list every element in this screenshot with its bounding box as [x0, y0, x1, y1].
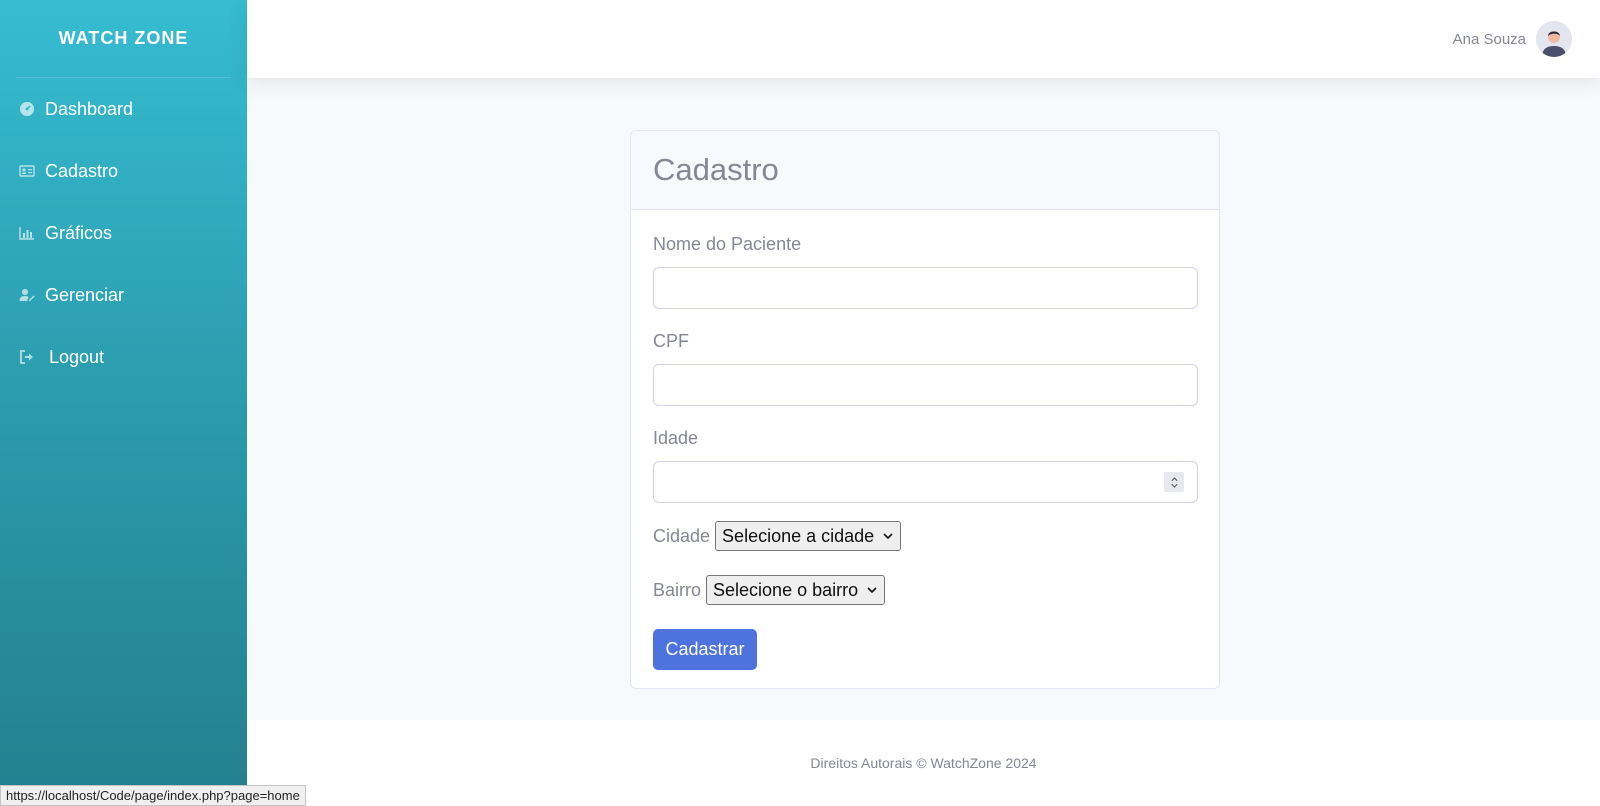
- sidebar-item-cadastro[interactable]: Cadastro: [0, 140, 247, 202]
- copyright-text: Direitos Autorais © WatchZone 2024: [810, 755, 1037, 771]
- user-edit-icon: [18, 286, 36, 304]
- sidebar-item-label: Cadastro: [45, 160, 119, 181]
- footer: Direitos Autorais © WatchZone 2024: [247, 720, 1600, 806]
- cidade-selected-value: Selecione a cidade: [722, 525, 875, 546]
- sidebar-item-graficos[interactable]: Gráficos: [0, 202, 247, 264]
- nome-label: Nome do Paciente: [653, 234, 802, 254]
- sidebar: WATCH ZONE Dashboard Cadastro Gráficos G…: [0, 0, 247, 806]
- status-url: https://localhost/Code/page/index.php?pa…: [6, 788, 300, 803]
- sidebar-item-logout[interactable]: Logout: [0, 326, 247, 388]
- cpf-input[interactable]: [653, 364, 1198, 406]
- bairro-select[interactable]: Selecione o bairro: [706, 575, 886, 605]
- sidebar-item-label: Logout: [49, 346, 105, 367]
- brand-logo[interactable]: WATCH ZONE: [16, 0, 231, 78]
- card-header: Cadastro: [631, 131, 1219, 210]
- idade-input[interactable]: [653, 461, 1198, 503]
- id-card-icon: [18, 162, 36, 180]
- bairro-selected-value: Selecione o bairro: [713, 579, 859, 600]
- sidebar-item-label: Gerenciar: [45, 284, 125, 305]
- idade-field: [653, 461, 1198, 503]
- topbar: Ana Souza: [247, 0, 1600, 78]
- cidade-label: Cidade: [653, 525, 711, 546]
- bairro-label: Bairro: [653, 579, 702, 600]
- cpf-label: CPF: [653, 331, 689, 351]
- browser-status-bar: https://localhost/Code/page/index.php?pa…: [0, 785, 306, 806]
- chart-icon: [18, 224, 36, 242]
- idade-label: Idade: [653, 428, 699, 448]
- register-form: Nome do Paciente CPF Idade Cidade Seleci…: [631, 210, 1219, 688]
- user-name[interactable]: Ana Souza: [1453, 31, 1526, 48]
- chevron-down-icon: [867, 587, 877, 594]
- sidebar-item-label: Dashboard: [45, 98, 134, 119]
- gauge-icon: [18, 100, 36, 118]
- number-spinner-icon[interactable]: [1164, 472, 1184, 492]
- chevron-down-icon: [883, 533, 893, 540]
- register-card: Cadastro Nome do Paciente CPF Idade Cida…: [630, 130, 1220, 689]
- sign-out-icon: [18, 348, 36, 366]
- cidade-select[interactable]: Selecione a cidade: [715, 521, 902, 551]
- cidade-row: Cidade Selecione a cidade: [653, 521, 1197, 551]
- page-title: Cadastro: [653, 152, 779, 187]
- cadastrar-button[interactable]: Cadastrar: [653, 629, 757, 670]
- nome-paciente-input[interactable]: [653, 267, 1198, 309]
- sidebar-item-label: Gráficos: [45, 222, 113, 243]
- sidebar-item-gerenciar[interactable]: Gerenciar: [0, 264, 247, 326]
- sidebar-item-dashboard[interactable]: Dashboard: [0, 78, 247, 140]
- bairro-row: Bairro Selecione o bairro: [653, 575, 1197, 605]
- avatar[interactable]: [1536, 21, 1572, 57]
